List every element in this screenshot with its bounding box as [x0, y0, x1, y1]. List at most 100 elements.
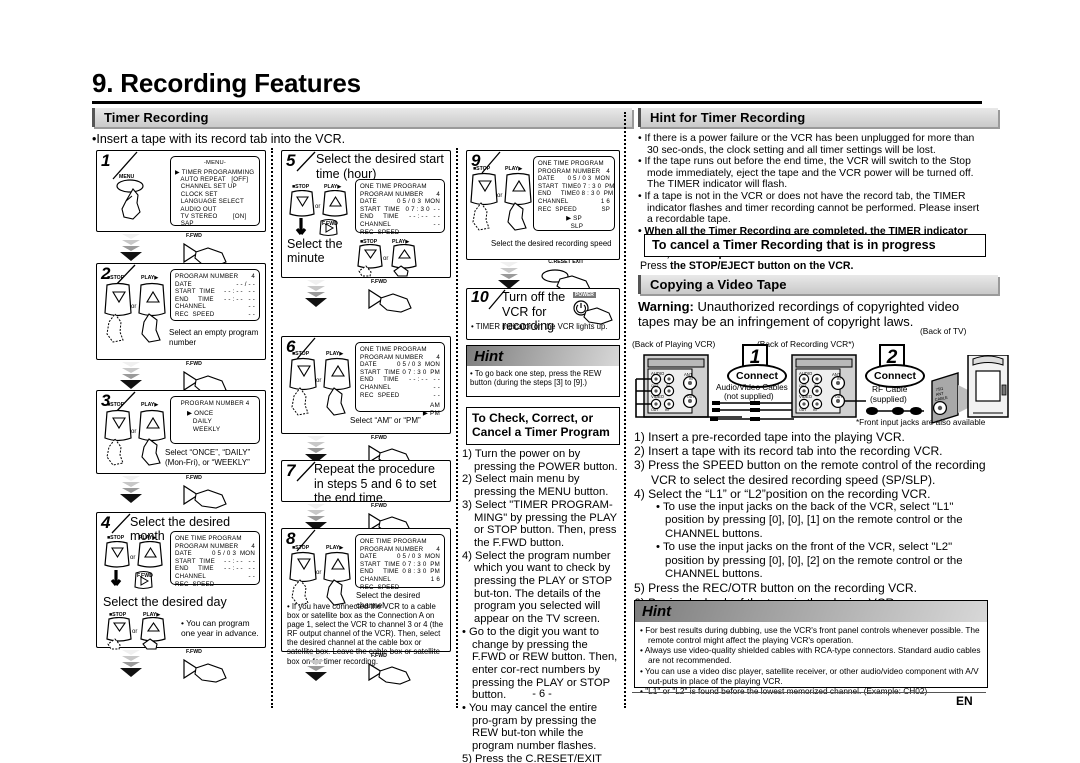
stop-play-keys-2[interactable]: or — [103, 282, 173, 344]
osd-row-label: DATE — [360, 198, 377, 206]
hint-item-left: • To go back one step, press the REW but… — [470, 369, 602, 388]
copy-step: 2) Insert a tape with its record tab int… — [634, 444, 943, 459]
osd-screen-step8: ONE TIME PROGRAM PROGRAM NUMBER 4 DATE 0 5… — [355, 534, 445, 591]
flow-arrow-2 — [120, 362, 142, 390]
svg-text:OUT: OUT — [651, 384, 659, 388]
osd-row-value: 0 5 / 0 3 MON — [567, 175, 610, 183]
ffwd-button-hand-icon-5[interactable] — [367, 286, 431, 314]
osd-title-3: PROGRAM NUMBER 4 — [180, 400, 250, 407]
check-program-steps: 1) Turn the power on by pressing the POW… — [462, 448, 620, 763]
osd-row-value: - - : - - - - — [224, 295, 255, 303]
osd-line: ▶ ONCE — [187, 409, 214, 417]
osd-screen-step3: PROGRAM NUMBER 4 ▶ ONCE DAILY WEEKLY — [170, 396, 260, 444]
check-step: 3) Select "TIMER PROGRAM-MING" by pressi… — [462, 498, 617, 549]
check-program-title: To Check, Correct, or Cancel a Timer Pro… — [472, 411, 610, 439]
ffwd-label-3: F.FWD — [186, 475, 202, 481]
svg-text:OUT: OUT — [799, 384, 807, 388]
osd-row-label: PROGRAM NUMBER — [360, 353, 424, 361]
label-back-of-recording-vcr: (Back of Recording VCR*) — [757, 339, 855, 349]
stop-play-keys-5b[interactable]: or — [356, 244, 428, 278]
step-note-10: • TIMER indicator on the VCR lights up. — [471, 322, 608, 331]
step-number-2: 2 — [101, 264, 111, 283]
connection-diagram: (Back of Playing VCR) (Back of Recording… — [632, 327, 1009, 429]
hint-header-bottom: Hint — [635, 601, 987, 622]
stop-play-keys-9[interactable]: or — [469, 172, 539, 234]
osd-row-label: REC SPEED — [538, 205, 577, 213]
cancel-timer-line: Press the STOP/EJECT button on the VCR. — [640, 260, 853, 272]
check-program-title-box: To Check, Correct, or Cancel a Timer Pro… — [466, 407, 620, 445]
osd-row-value: - - — [248, 580, 255, 588]
osd-row-value: - - : - - - - — [409, 213, 440, 221]
hint-bullet: • If there is a power failure or the VCR… — [638, 133, 975, 156]
ffwd-label-6: F.FWD — [371, 435, 387, 441]
page-number: - 6 - — [532, 688, 552, 700]
ffwd-label-7: F.FWD — [371, 503, 387, 509]
stop-play-keys-8[interactable]: or — [288, 551, 358, 609]
ffwd-label-8: F.FWD — [371, 653, 387, 659]
osd-row-value: - - — [248, 572, 255, 580]
stop-play-keys-3[interactable]: or — [103, 409, 173, 469]
ffwd-label-2: F.FWD — [186, 361, 202, 367]
stop-key-label-3: ■STOP — [107, 402, 125, 408]
ffwd-button-hand-icon-3[interactable] — [182, 482, 246, 510]
osd-row-label: CHANNEL — [175, 303, 206, 311]
stop-play-keys-4[interactable]: or — [103, 541, 171, 591]
copy-step: 3) Press the SPEED button on the remote … — [634, 458, 986, 487]
svg-text:AUDIO: AUDIO — [799, 371, 813, 376]
hint-item: • You can use a video disc player, satel… — [640, 665, 979, 686]
check-step: 2) Select main menu by pressing the MENU… — [462, 473, 609, 499]
svg-text:IN: IN — [689, 377, 693, 381]
svg-text:IN: IN — [666, 384, 670, 388]
hint-box-bottom: Hint • For best results during dubbing, … — [634, 600, 988, 696]
osd-row-value: 0 5 / 0 3 MON — [396, 361, 440, 369]
step-box-3: 3 ■STOP PLAY▶ or PROGRAM NUMBER 4 ▶ ONCE… — [96, 390, 266, 474]
osd-line: CHANNEL SET UP — [175, 183, 237, 191]
svg-text:or: or — [316, 378, 321, 384]
osd-title-8: ONE TIME PROGRAM — [360, 538, 427, 545]
step-box-10: 10 Turn off the VCR for recording POWER … — [466, 288, 620, 340]
warning-label: Warning: — [638, 299, 694, 314]
label-back-of-tv: (Back of TV) — [920, 326, 967, 336]
osd-row-label: END TIME — [360, 568, 399, 576]
copy-step: 1) Insert a pre-recorded tape into the p… — [634, 430, 905, 444]
osd-row-value: - - — [248, 310, 255, 318]
ffwd-button-hand-icon-4[interactable] — [182, 656, 246, 684]
osd-row-label: CHANNEL — [175, 572, 206, 580]
stop-play-keys-6[interactable]: or — [288, 357, 358, 419]
osd-line: DAILY — [187, 417, 212, 425]
cancel-timer-title: To cancel a Timer Recording that is in p… — [652, 238, 936, 252]
flow-arrow-3 — [120, 476, 142, 504]
osd-row-label: START TIME — [538, 182, 578, 190]
menu-button-hand-icon[interactable] — [113, 179, 175, 227]
check-step: 5) Press the C.RESET/EXIT button to exit… — [462, 752, 602, 763]
title-divider — [92, 101, 982, 104]
osd-row-value: - - — [433, 383, 440, 391]
hint-item: • Always use video-quality shielded cabl… — [640, 645, 981, 666]
osd-row-label: START TIME — [360, 560, 400, 568]
osd-row-value: 4 — [251, 273, 255, 280]
svg-text:or: or — [131, 304, 136, 310]
copyright-warning: Warning: Unauthorized recordings of copy… — [638, 299, 986, 329]
osd-row-label: CHANNEL — [538, 197, 569, 205]
osd-row-label: PROGRAM NUMBER — [360, 545, 424, 553]
osd-row-value: 0 7 : 3 0 PM — [577, 182, 615, 190]
osd-row-value: 1 6 — [600, 197, 610, 205]
osd-row-value: - - : - - - - — [224, 288, 255, 296]
osd-row-label: DATE — [360, 553, 377, 561]
step-box-4: 4 Select the desired month ■STOP PLAY▶ o… — [96, 512, 266, 651]
osd-row-label: DATE — [538, 175, 555, 183]
hint-items-bottom: • For best results during dubbing, use t… — [640, 625, 982, 697]
osd-row-value: 0 7 : 3 0 PM — [402, 368, 440, 376]
osd-row-value: 0 8 : 3 0 PM — [576, 190, 614, 198]
svg-text:OUT: OUT — [651, 408, 659, 412]
column-separator-3 — [624, 112, 628, 708]
osd-row-label: END TIME — [175, 295, 214, 303]
osd-row-value: 0 5 / 0 3 MON — [396, 553, 440, 561]
stop-play-keys-5[interactable]: or — [288, 190, 356, 238]
osd-row-value: - - — [433, 228, 440, 236]
osd-row-value: 0 7 : 3 0 PM — [402, 560, 440, 568]
osd-line: TV STEREO [ON] — [175, 213, 247, 221]
ffwd-button-hand-icon-8[interactable] — [367, 660, 431, 686]
osd-line: AUDIO OUT — [175, 205, 217, 213]
stop-play-keys-4b[interactable]: or — [105, 617, 177, 651]
